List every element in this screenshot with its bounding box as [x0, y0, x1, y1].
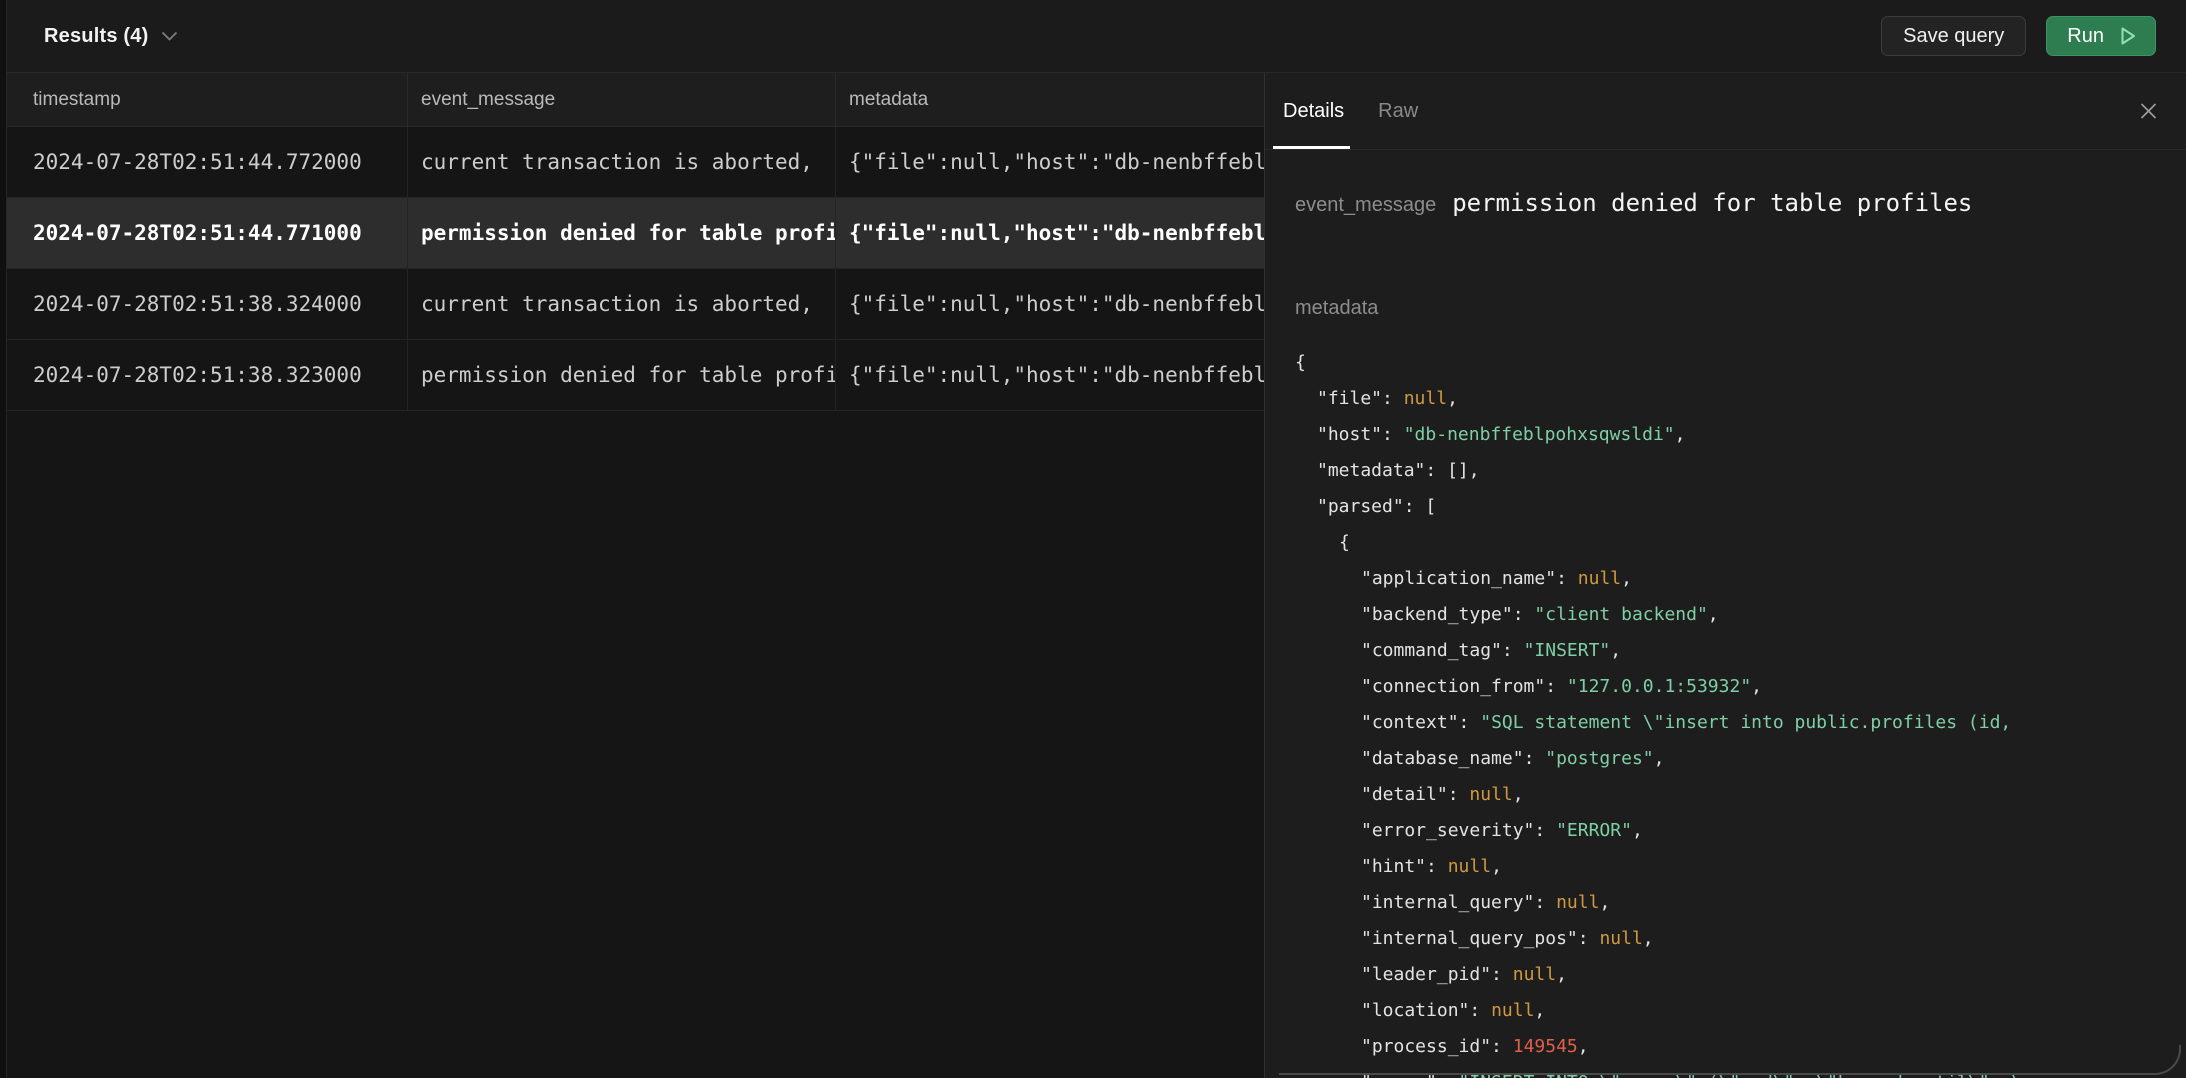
json-line: "hint": null,	[1295, 849, 2166, 885]
cell-metadata: {"file":null,"host":"db-nenbffeblpohxsqw…	[836, 198, 1264, 268]
table-row[interactable]: 2024-07-28T02:51:38.323000permission den…	[0, 340, 1264, 411]
json-line: "context": "SQL statement \"insert into …	[1295, 705, 2166, 741]
event-message-value: permission denied for table profiles	[1452, 189, 1972, 217]
cell-timestamp: 2024-07-28T02:51:44.772000	[0, 127, 408, 197]
column-header-event-message[interactable]: event_message	[408, 73, 836, 126]
table-row[interactable]: 2024-07-28T02:51:38.324000current transa…	[0, 269, 1264, 340]
chevron-down-icon	[161, 31, 178, 42]
table-header-row: timestamp event_message metadata	[0, 73, 1264, 127]
json-line: "process_id": 149545,	[1295, 1029, 2166, 1065]
json-line: "error_severity": "ERROR",	[1295, 813, 2166, 849]
cell-event-message: current transaction is aborted,	[408, 269, 836, 339]
json-line: "database_name": "postgres",	[1295, 741, 2166, 777]
json-line: "metadata": [],	[1295, 453, 2166, 489]
panel-body: event_message permission denied for tabl…	[1265, 150, 2186, 1078]
cell-metadata: {"file":null,"host":"db-nenbffeblpohxsqw…	[836, 269, 1264, 339]
cell-timestamp: 2024-07-28T02:51:44.771000	[0, 198, 408, 268]
json-line: "backend_type": "client backend",	[1295, 597, 2166, 633]
tab-details[interactable]: Details	[1283, 73, 1344, 149]
column-header-metadata[interactable]: metadata	[836, 73, 1264, 126]
results-split: timestamp event_message metadata 2024-07…	[0, 73, 2186, 1078]
cell-event-message: permission denied for table profiles	[408, 198, 836, 268]
json-line: "leader_pid": null,	[1295, 957, 2166, 993]
results-toolbar: Results (4) Save query Run	[0, 0, 2186, 73]
json-line: "file": null,	[1295, 381, 2166, 417]
play-icon	[2116, 25, 2138, 47]
table-row[interactable]: 2024-07-28T02:51:44.771000permission den…	[0, 198, 1264, 269]
cell-timestamp: 2024-07-28T02:51:38.324000	[0, 269, 408, 339]
json-line: "connection_from": "127.0.0.1:53932",	[1295, 669, 2166, 705]
table-rows: 2024-07-28T02:51:44.772000current transa…	[0, 127, 1264, 411]
save-query-button[interactable]: Save query	[1881, 16, 2026, 56]
cell-event-message: permission denied for table profiles	[408, 340, 836, 410]
event-message-label: event_message	[1295, 194, 1436, 217]
results-count-label: Results (4)	[44, 25, 148, 48]
details-panel: Details Raw event_message permission den…	[1264, 73, 2186, 1078]
json-line: "detail": null,	[1295, 777, 2166, 813]
results-count-dropdown[interactable]: Results (4)	[44, 25, 178, 48]
logs-explorer: Results (4) Save query Run timestamp eve…	[0, 0, 2186, 1078]
json-line: "parsed": [	[1295, 489, 2166, 525]
run-button[interactable]: Run	[2046, 16, 2156, 56]
tab-raw[interactable]: Raw	[1378, 73, 1418, 149]
cell-event-message: current transaction is aborted,	[408, 127, 836, 197]
metadata-json: {"file": null,"host": "db-nenbffeblpohxs…	[1295, 345, 2166, 1078]
cell-metadata: {"file":null,"host":"db-nenbffeblpohxsqw…	[836, 340, 1264, 410]
panel-tab-bar: Details Raw	[1265, 73, 2186, 150]
json-line: "host": "db-nenbffeblpohxsqwsldi",	[1295, 417, 2166, 453]
json-line: {	[1295, 525, 2166, 561]
json-line: "command_tag": "INSERT",	[1295, 633, 2166, 669]
cell-metadata: {"file":null,"host":"db-nenbffeblpohxsqw…	[836, 127, 1264, 197]
editor-edge-divider	[0, 0, 7, 1078]
cell-timestamp: 2024-07-28T02:51:38.323000	[0, 340, 408, 410]
event-message-section: event_message permission denied for tabl…	[1295, 189, 2166, 217]
close-icon	[2139, 102, 2158, 121]
json-line: {	[1295, 345, 2166, 381]
json-line: "location": null,	[1295, 993, 2166, 1029]
json-line: "query": "INSERT INTO \"users\" (\"aud\"…	[1295, 1065, 2166, 1078]
table-row[interactable]: 2024-07-28T02:51:44.772000current transa…	[0, 127, 1264, 198]
run-button-label: Run	[2067, 25, 2104, 48]
json-line: "internal_query_pos": null,	[1295, 921, 2166, 957]
close-panel-button[interactable]	[2133, 96, 2164, 127]
toolbar-actions: Save query Run	[1881, 16, 2156, 56]
json-line: "application_name": null,	[1295, 561, 2166, 597]
column-header-timestamp[interactable]: timestamp	[0, 73, 408, 126]
json-line: "internal_query": null,	[1295, 885, 2166, 921]
results-table: timestamp event_message metadata 2024-07…	[0, 73, 1264, 1078]
metadata-label: metadata	[1295, 297, 2166, 320]
